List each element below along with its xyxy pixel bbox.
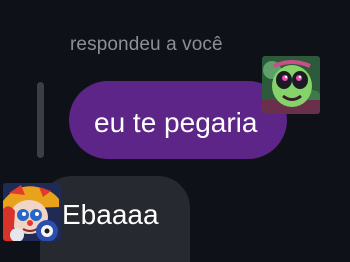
clown-character-icon <box>3 183 61 241</box>
outgoing-message-text: eu te pegaria <box>94 107 258 138</box>
reply-caption: respondeu a você <box>70 34 223 55</box>
incoming-message-text: Ebaaaa <box>62 199 159 230</box>
dm-thread: respondeu a você eu te pegaria Ebaaaa <box>0 0 350 262</box>
reply-quote-bar <box>37 82 44 158</box>
sender-avatar[interactable] <box>262 56 320 114</box>
green-character-icon <box>262 56 320 114</box>
receiver-avatar[interactable] <box>3 183 61 241</box>
